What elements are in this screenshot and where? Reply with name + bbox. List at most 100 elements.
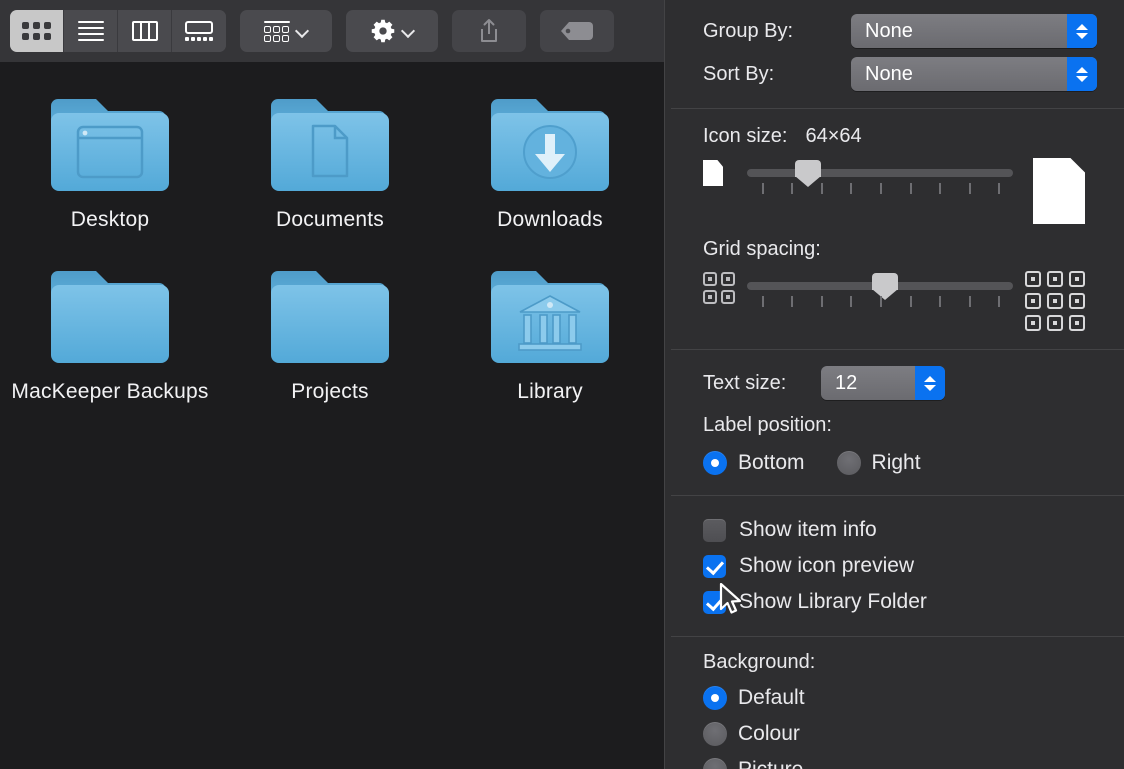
radio-bottom-label: Bottom: [738, 451, 805, 474]
group-by-stepper-icon[interactable]: [1067, 14, 1097, 48]
text-size-row: Text size: 12: [703, 366, 1124, 400]
checkbox-show-library-folder-box[interactable]: [703, 590, 726, 614]
action-menu-button[interactable]: [346, 10, 438, 52]
file-item-projects[interactable]: Projects: [220, 234, 440, 406]
file-grid-row: MacKeeper Backups Projects Library: [0, 234, 664, 406]
label-position-header: Label position:: [703, 414, 1124, 437]
group-grid-icon: [263, 20, 290, 42]
column-view-button[interactable]: [118, 10, 172, 52]
large-grid-icon: [1019, 271, 1085, 331]
file-item-label: Projects: [291, 380, 369, 403]
background-option-picture[interactable]: Picture: [703, 752, 1124, 769]
icon-size-value: 64×64: [805, 125, 862, 147]
small-grid-icon: [703, 271, 747, 305]
sort-by-label: Sort By:: [703, 62, 775, 85]
share-button[interactable]: [452, 10, 526, 52]
sorting-section: Group By: None Sort By: None: [665, 0, 1124, 96]
chevron-down-icon: [296, 25, 309, 38]
folder-desktop-icon: [0, 84, 220, 194]
columns-icon: [131, 21, 158, 41]
file-item-mackeeper-backups[interactable]: MacKeeper Backups: [0, 234, 220, 406]
background-section: Background: Default Colour Picture: [665, 637, 1124, 769]
text-size-popup[interactable]: 12: [821, 366, 945, 400]
radio-right-icon[interactable]: [836, 451, 861, 475]
label-position-radio-group: Bottom Right: [703, 451, 1124, 475]
gear-icon: [370, 18, 396, 44]
file-item-library[interactable]: Library: [440, 234, 660, 406]
icon-size-ticks: [747, 183, 1013, 195]
file-grid-row: Desktop Documents Downloads: [0, 62, 664, 234]
tag-icon: [560, 21, 594, 41]
checkbox-show-icon-preview[interactable]: Show icon preview: [703, 548, 1124, 584]
group-by-label: Group By:: [703, 19, 794, 42]
chevron-down-icon: [402, 25, 415, 38]
file-item-label: Downloads: [497, 208, 603, 231]
group-by-popup[interactable]: None: [851, 14, 1097, 48]
view-mode-segmented-control[interactable]: [10, 10, 226, 52]
file-item-label: MacKeeper Backups: [11, 380, 209, 403]
radio-picture-label: Picture: [738, 758, 803, 769]
icon-size-slider[interactable]: [747, 158, 1013, 195]
text-size-label: Text size:: [703, 371, 787, 394]
checkbox-show-item-info-box[interactable]: [703, 518, 726, 542]
list-view-button[interactable]: [64, 10, 118, 52]
radio-default-icon[interactable]: [703, 686, 727, 710]
radio-colour-icon[interactable]: [703, 722, 727, 746]
group-by-value: None: [865, 19, 913, 42]
share-icon: [478, 18, 500, 44]
gallery-view-button[interactable]: [172, 10, 226, 52]
label-position-option-right[interactable]: Right: [836, 451, 921, 475]
checkbox-show-icon-preview-box[interactable]: [703, 554, 726, 578]
finder-window: Desktop Documents Downloads MacKeeper Ba…: [0, 0, 664, 769]
sort-by-row: Sort By: None: [703, 52, 1124, 96]
folder-library-icon: [440, 256, 660, 366]
screen: Desktop Documents Downloads MacKeeper Ba…: [0, 0, 1124, 769]
file-item-documents[interactable]: Documents: [220, 62, 440, 234]
view-options-panel: Group By: None Sort By: None Icon size: …: [664, 0, 1124, 769]
folder-documents-icon: [220, 84, 440, 194]
radio-picture-icon[interactable]: [703, 758, 727, 769]
group-by-button[interactable]: [240, 10, 332, 52]
file-item-desktop[interactable]: Desktop: [0, 62, 220, 234]
text-size-stepper-icon[interactable]: [915, 366, 945, 400]
background-label: Background:: [703, 651, 816, 673]
radio-colour-label: Colour: [738, 722, 800, 745]
grid-spacing-label: Grid spacing:: [703, 238, 821, 260]
background-header: Background:: [703, 651, 1124, 674]
file-item-label: Documents: [275, 208, 384, 231]
icon-view-button[interactable]: [10, 10, 64, 52]
grid-spacing-slider[interactable]: [747, 271, 1013, 308]
gallery-icon: [184, 21, 214, 41]
icon-size-track[interactable]: [747, 169, 1013, 177]
radio-default-label: Default: [738, 686, 805, 709]
background-option-default[interactable]: Default: [703, 680, 1124, 716]
checkbox-show-library-folder[interactable]: Show Library Folder: [703, 584, 1124, 620]
sort-by-popup[interactable]: None: [851, 57, 1097, 91]
radio-bottom-icon[interactable]: [703, 451, 727, 475]
text-size-value: 12: [835, 371, 858, 394]
icon-size-slider-row: [703, 158, 1085, 224]
file-grid[interactable]: Desktop Documents Downloads MacKeeper Ba…: [0, 62, 664, 769]
grid-spacing-header: Grid spacing:: [703, 238, 1124, 261]
icon-size-header: Icon size: 64×64: [703, 125, 1124, 148]
label-position-option-bottom[interactable]: Bottom: [703, 451, 805, 475]
list-icon: [77, 21, 104, 41]
icon-size-label: Icon size:: [703, 125, 788, 147]
grid-spacing-slider-row: [703, 271, 1085, 331]
file-item-label: Library: [517, 380, 583, 403]
sort-by-stepper-icon[interactable]: [1067, 57, 1097, 91]
checkbox-show-library-folder-label: Show Library Folder: [739, 590, 927, 613]
checkbox-show-item-info-label: Show item info: [739, 518, 877, 541]
large-document-icon: [1019, 158, 1085, 224]
file-item-downloads[interactable]: Downloads: [440, 62, 660, 234]
checkbox-show-item-info[interactable]: Show item info: [703, 512, 1124, 548]
background-option-colour[interactable]: Colour: [703, 716, 1124, 752]
file-item-label: Desktop: [70, 208, 150, 231]
options-section: Show item info Show icon preview Show Li…: [665, 496, 1124, 620]
tags-button[interactable]: [540, 10, 614, 52]
folder-downloads-icon: [440, 84, 660, 194]
small-document-icon: [703, 158, 747, 188]
label-position-label: Label position:: [703, 414, 832, 436]
text-section: Text size: 12 Label position: Bottom Rig…: [665, 350, 1124, 475]
group-by-row: Group By: None: [703, 10, 1124, 52]
